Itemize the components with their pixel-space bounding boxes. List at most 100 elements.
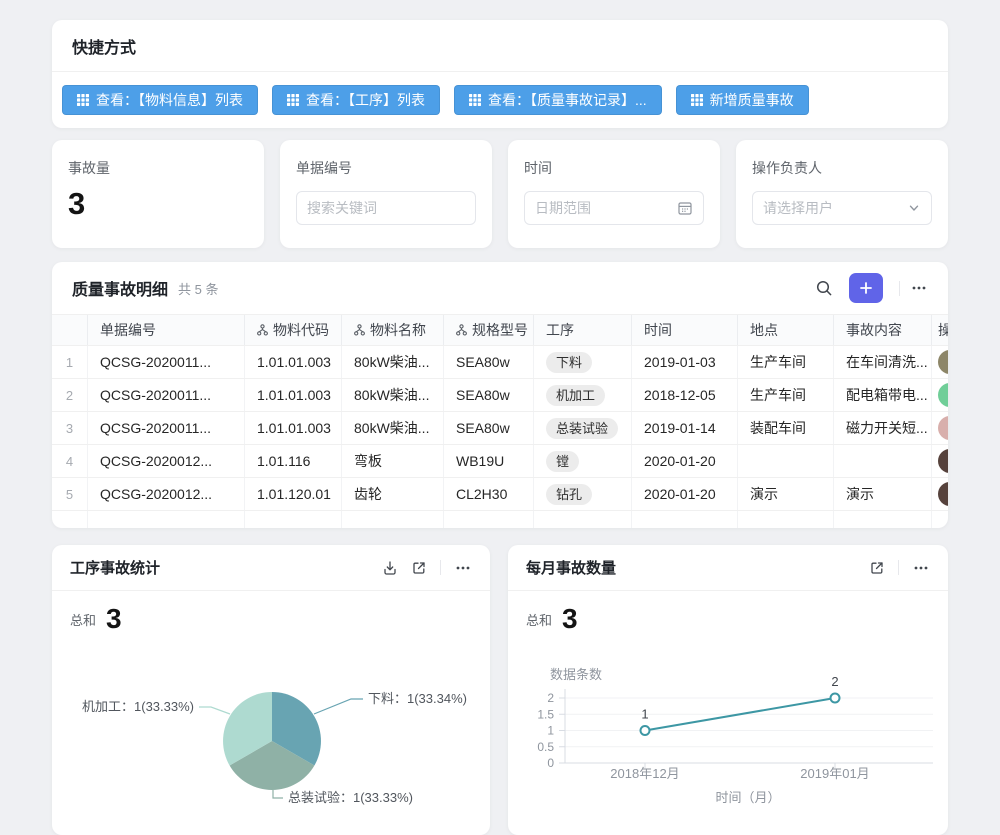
more-icon[interactable] [910,279,928,297]
column-header[interactable]: 操作负责人 [932,315,948,345]
table-cell: 4 [52,445,88,477]
keyword-label: 单据编号 [296,158,476,178]
monthly-accidents-card: 每月事故数量 总和 3 数据条数00.511.522018年12月2019年01… [508,545,948,835]
column-header[interactable]: 工序 [534,315,632,345]
table-cell: 生产车间 [738,346,834,378]
table-cell: 磁力开关短... [834,412,932,444]
shortcut-button-label: 查看：【物料信息】列表 [96,90,243,110]
table-row[interactable]: 2QCSG-2020011...1.01.01.00380kW柴油...SEA8… [52,379,948,412]
table-row[interactable]: 4QCSG-2020012...1.01.116弯板WB19U镗2020-01-… [52,445,948,478]
table-cell: SEA80w [444,346,534,378]
relation-icon [456,324,467,336]
download-icon[interactable] [382,560,398,576]
more-icon[interactable] [912,559,930,577]
keyword-input-wrap[interactable] [296,191,476,225]
table-row[interactable]: 1QCSG-2020011...1.01.01.00380kW柴油...SEA8… [52,346,948,379]
table-cell: SEA80w [444,379,534,411]
table-cell: 演示 [834,478,932,510]
avatar [938,350,948,374]
table-cell [88,511,245,528]
table-cell: 镗 [534,445,632,477]
table-cell: 1.01.01.003 [245,346,342,378]
line-total-value: 3 [562,603,578,635]
column-header[interactable]: 物料代码 [245,315,342,345]
table-cell [932,379,948,411]
shortcut-button-2[interactable]: 查看：【质量事故记录】... [454,85,662,115]
table-row[interactable]: 3QCSG-2020011...1.01.01.00380kW柴油...SEA8… [52,412,948,445]
column-header[interactable]: 规格型号 [444,315,534,345]
table-cell: 80kW柴油... [342,379,444,411]
calendar-icon [677,200,693,216]
svg-text:机加工：1(33.33%): 机加工：1(33.33%) [82,699,194,714]
table-cell [834,445,932,477]
pie-total-row: 总和 3 [52,591,490,635]
column-header[interactable]: 单据编号 [88,315,245,345]
shortcut-button-0[interactable]: 查看：【物料信息】列表 [62,85,258,115]
table-cell: 5 [52,478,88,510]
table-cell: 2019-01-03 [632,346,738,378]
data-point[interactable] [831,694,840,703]
avatar [938,449,948,473]
table-title: 质量事故明细 [72,276,168,300]
user-select[interactable]: 请选择用户 [752,191,932,225]
table-cell: 下料 [534,346,632,378]
table-cell: 2020-01-20 [632,445,738,477]
actions-divider [440,560,441,575]
stat-label: 事故量 [68,158,248,178]
column-header[interactable]: 时间 [632,315,738,345]
table-cell [932,445,948,477]
table-cell: 80kW柴油... [342,412,444,444]
process-tag: 下料 [546,352,592,373]
table-cell: QCSG-2020011... [88,412,245,444]
date-label: 时间 [524,158,704,178]
table-cell: 1.01.120.01 [245,478,342,510]
process-tag: 钻孔 [546,484,592,505]
table-cell [342,511,444,528]
keyword-input[interactable] [307,200,465,216]
line-total-row: 总和 3 [508,591,948,635]
shortcut-button-label: 新增质量事故 [710,90,794,110]
column-header[interactable]: 事故内容 [834,315,932,345]
plus-icon [859,281,873,295]
accidents-table-card: 质量事故明细 共 5 条 单据编号物料代码物料名称规格型号工序时间地点事故内容操… [52,262,948,528]
table-header-row: 单据编号物料代码物料名称规格型号工序时间地点事故内容操作负责人 [52,314,948,346]
svg-text:0: 0 [547,756,554,770]
avatar [938,482,948,506]
date-range-input[interactable] [535,200,677,216]
pie-total-value: 3 [106,603,122,635]
data-point[interactable] [641,726,650,735]
table-cell [932,511,948,528]
add-record-button[interactable] [849,273,883,303]
more-icon[interactable] [454,559,472,577]
table-cell [932,412,948,444]
date-input-wrap[interactable] [524,191,704,225]
table-cell [444,511,534,528]
column-header[interactable]: 地点 [738,315,834,345]
table-cell: 1.01.01.003 [245,412,342,444]
column-header[interactable]: 物料名称 [342,315,444,345]
table-cell: 2 [52,379,88,411]
table-cell: 齿轮 [342,478,444,510]
table-count: 共 5 条 [178,279,218,298]
svg-text:1.5: 1.5 [537,707,554,721]
table-row[interactable]: 5QCSG-2020012...1.01.120.01齿轮CL2H30钻孔202… [52,478,948,511]
callout-line [199,707,230,714]
shortcut-button-1[interactable]: 查看：【工序】列表 [272,85,440,115]
table-cell: QCSG-2020012... [88,445,245,477]
column-header[interactable] [52,315,88,345]
chevron-down-icon [907,201,921,215]
svg-text:总装试验：1(33.33%): 总装试验：1(33.33%) [288,790,413,805]
grid-icon [287,94,299,106]
table-cell: 生产车间 [738,379,834,411]
table-cell: 2019-01-14 [632,412,738,444]
search-icon[interactable] [815,279,833,297]
line-total-label: 总和 [526,610,552,629]
table-cell: 演示 [738,478,834,510]
open-fullscreen-icon[interactable] [411,560,427,576]
pie-total-label: 总和 [70,610,96,629]
svg-text:时间（月）: 时间（月） [715,790,780,805]
grid-icon [77,94,89,106]
shortcut-button-3[interactable]: 新增质量事故 [676,85,809,115]
open-fullscreen-icon[interactable] [869,560,885,576]
table-row-empty [52,511,948,528]
